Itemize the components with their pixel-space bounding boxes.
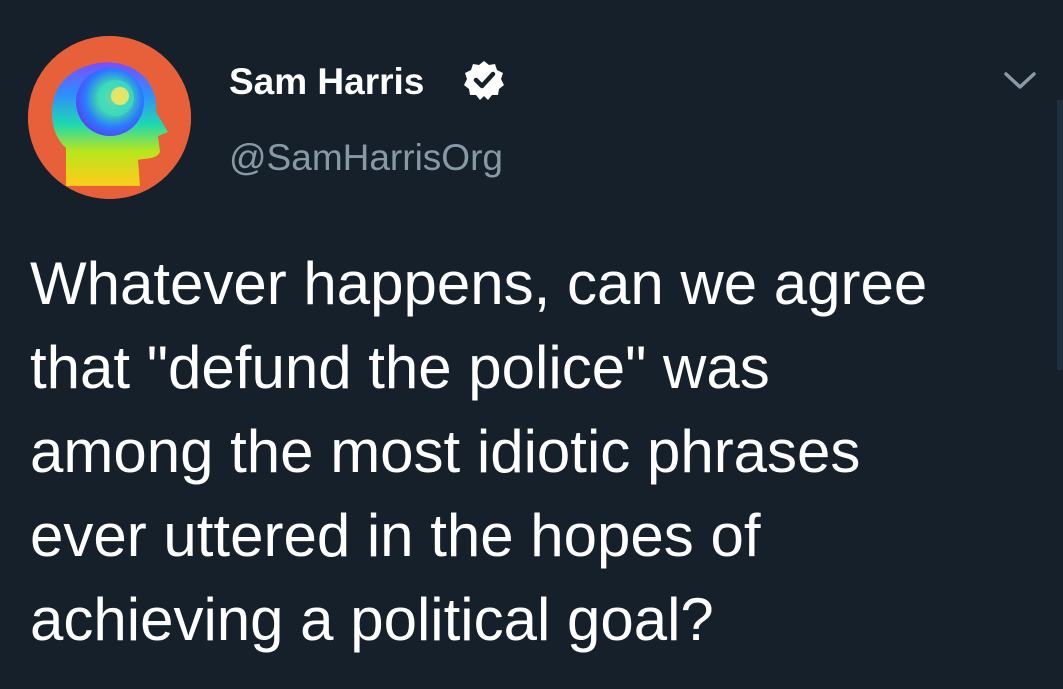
author-display-name[interactable]: Sam Harris xyxy=(229,58,424,106)
chevron-down-icon[interactable] xyxy=(1000,66,1040,94)
verified-badge-icon xyxy=(464,61,504,100)
avatar[interactable] xyxy=(28,36,191,199)
tweet-text: Whatever happens, can we agree that "def… xyxy=(30,250,928,653)
rainbow-head-profile-icon xyxy=(28,36,191,199)
author-handle[interactable]: @SamHarrisOrg xyxy=(229,134,503,182)
scrollbar[interactable] xyxy=(1057,100,1063,370)
tweet-card: Sam Harris @SamHarrisOrg Whatever happen… xyxy=(0,0,1063,689)
